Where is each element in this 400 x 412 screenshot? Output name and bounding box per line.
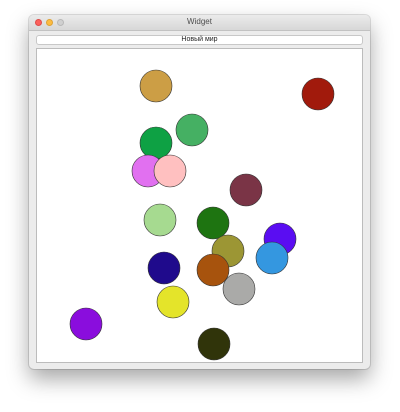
- ball: [229, 173, 263, 207]
- ball: [69, 307, 103, 341]
- ball: [255, 241, 289, 275]
- new-world-button[interactable]: Новый мир: [36, 35, 363, 45]
- app-window: Widget Новый мир: [29, 15, 370, 369]
- title-bar[interactable]: Widget: [29, 15, 370, 31]
- ball: [156, 285, 190, 319]
- window-title: Widget: [187, 17, 212, 26]
- ball: [139, 126, 173, 160]
- ball: [197, 327, 231, 361]
- ball: [301, 77, 335, 111]
- ball: [139, 69, 173, 103]
- ball: [153, 154, 187, 188]
- world-canvas[interactable]: [36, 48, 363, 363]
- ball: [143, 203, 177, 237]
- balls-layer: [69, 69, 335, 361]
- ball: [222, 272, 256, 306]
- ball: [196, 206, 230, 240]
- ball: [147, 251, 181, 285]
- ball: [175, 113, 209, 147]
- ball: [196, 253, 230, 287]
